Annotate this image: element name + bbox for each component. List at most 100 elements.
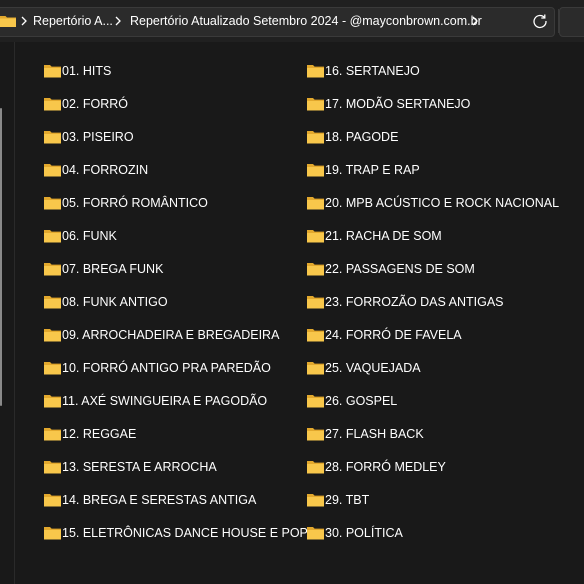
folder-name: 28. FORRÓ MEDLEY [325,460,446,474]
folder-item[interactable]: 09. ARROCHADEIRA E BREGADEIRA [44,324,279,346]
folder-item[interactable]: 26. GOSPEL [307,390,397,412]
folder-name: 17. MODÃO SERTANEJO [325,97,471,111]
folder-name: 18. PAGODE [325,130,399,144]
folder-item[interactable]: 28. FORRÓ MEDLEY [307,456,446,478]
search-field[interactable] [559,7,584,37]
folder-name: 07. BREGA FUNK [62,262,164,276]
folder-item[interactable]: 15. ELETRÔNICAS DANCE HOUSE E POP [44,522,308,544]
folder-item[interactable]: 16. SERTANEJO [307,60,420,82]
folder-item[interactable]: 18. PAGODE [307,126,398,148]
folder-icon [44,131,61,144]
folder-name: 10. FORRÓ ANTIGO PRA PAREDÃO [62,361,271,375]
folder-name: 21. RACHA DE SOM [325,229,442,243]
folder-name: 03. PISEIRO [62,130,134,144]
folder-icon [44,428,61,441]
folder-name: 02. FORRÓ [62,97,128,111]
chevron-right-icon[interactable] [471,14,479,28]
refresh-icon[interactable] [531,12,549,30]
folder-name: 30. POLÍTICA [325,526,403,540]
folder-icon [307,329,324,342]
folder-item[interactable]: 25. VAQUEJADA [307,357,421,379]
folder-icon [44,329,61,342]
folder-item[interactable]: 08. FUNK ANTIGO [44,291,168,313]
folder-name: 14. BREGA E SERESTAS ANTIGA [62,493,257,507]
folder-icon [307,494,324,507]
folder-item[interactable]: 23. FORROZÃO DAS ANTIGAS [307,291,504,313]
chevron-right-icon[interactable] [114,14,122,28]
folder-icon [307,131,324,144]
folder-item[interactable]: 03. PISEIRO [44,126,134,148]
breadcrumb-item[interactable]: Repertório A... [33,13,113,29]
folder-item[interactable]: 14. BREGA E SERESTAS ANTIGA [44,489,256,511]
folder-name: 19. TRAP E RAP [325,163,420,177]
folder-icon [307,362,324,375]
folder-item[interactable]: 05. FORRÓ ROMÂNTICO [44,192,208,214]
folder-name: 11. AXÉ SWINGUEIRA E PAGODÃO [62,394,268,408]
folder-item[interactable]: 07. BREGA FUNK [44,258,163,280]
folder-name: 23. FORROZÃO DAS ANTIGAS [325,295,504,309]
folder-icon [307,98,324,111]
folder-name: 27. FLASH BACK [325,427,424,441]
folder-item[interactable]: 11. AXÉ SWINGUEIRA E PAGODÃO [44,390,267,412]
chevron-right-icon[interactable] [20,14,28,28]
folder-item[interactable]: 01. HITS [44,60,111,82]
folder-item[interactable]: 06. FUNK [44,225,117,247]
folder-icon [44,197,61,210]
address-bar: Repertório A... Repertório Atualizado Se… [0,0,584,42]
folder-item[interactable]: 29. TBT [307,489,369,511]
file-list: 01. HITS 02. FORRÓ 03. PISEIRO 04. FORROZIN… [15,42,584,584]
folder-item[interactable]: 04. FORROZIN [44,159,148,181]
folder-name: 15. ELETRÔNICAS DANCE HOUSE E POP [62,526,308,540]
folder-name: 05. FORRÓ ROMÂNTICO [62,196,208,210]
folder-item[interactable]: 21. RACHA DE SOM [307,225,442,247]
folder-icon [307,395,324,408]
folder-item[interactable]: 13. SERESTA E ARROCHA [44,456,217,478]
folder-item[interactable]: 19. TRAP E RAP [307,159,420,181]
folder-icon [44,164,61,177]
navigation-pane [0,42,14,584]
folder-name: 06. FUNK [62,229,117,243]
folder-name: 20. MPB ACÚSTICO E ROCK NACIONAL [325,196,560,210]
folder-name: 13. SERESTA E ARROCHA [62,460,217,474]
folder-item[interactable]: 20. MPB ACÚSTICO E ROCK NACIONAL [307,192,559,214]
folder-item[interactable]: 10. FORRÓ ANTIGO PRA PAREDÃO [44,357,271,379]
folder-icon [44,527,61,540]
folder-icon [307,164,324,177]
folder-name: 22. PASSAGENS DE SOM [325,262,475,276]
folder-name: 16. SERTANEJO [325,64,420,78]
folder-icon [44,461,61,474]
folder-item[interactable]: 30. POLÍTICA [307,522,403,544]
folder-item[interactable]: 17. MODÃO SERTANEJO [307,93,470,115]
navigation-scrollbar[interactable] [0,108,2,406]
folder-name: 01. HITS [62,64,112,78]
folder-name: 24. FORRÓ DE FAVELA [325,328,462,342]
folder-icon [307,428,324,441]
folder-name: 26. GOSPEL [325,394,398,408]
folder-item[interactable]: 02. FORRÓ [44,93,128,115]
folder-icon [44,98,61,111]
folder-item[interactable]: 12. REGGAE [44,423,136,445]
folder-icon [44,494,61,507]
folder-item[interactable]: 27. FLASH BACK [307,423,424,445]
folder-icon [44,395,61,408]
folder-icon [307,527,324,540]
folder-icon [307,296,324,309]
folder-name: 12. REGGAE [62,427,137,441]
folder-icon [307,197,324,210]
folder-name: 25. VAQUEJADA [325,361,421,375]
folder-icon[interactable] [0,13,16,29]
folder-icon [44,296,61,309]
folder-item[interactable]: 22. PASSAGENS DE SOM [307,258,475,280]
folder-name: 04. FORROZIN [62,163,149,177]
folder-icon [307,65,324,78]
folder-item[interactable]: 24. FORRÓ DE FAVELA [307,324,462,346]
folder-icon [307,263,324,276]
folder-icon [44,362,61,375]
folder-name: 09. ARROCHADEIRA E BREGADEIRA [62,328,280,342]
folder-name: 29. TBT [325,493,370,507]
breadcrumb-item[interactable]: Repertório Atualizado Setembro 2024 - @m… [130,13,482,29]
folder-name: 08. FUNK ANTIGO [62,295,168,309]
folder-icon [44,263,61,276]
folder-icon [307,230,324,243]
folder-icon [44,230,61,243]
